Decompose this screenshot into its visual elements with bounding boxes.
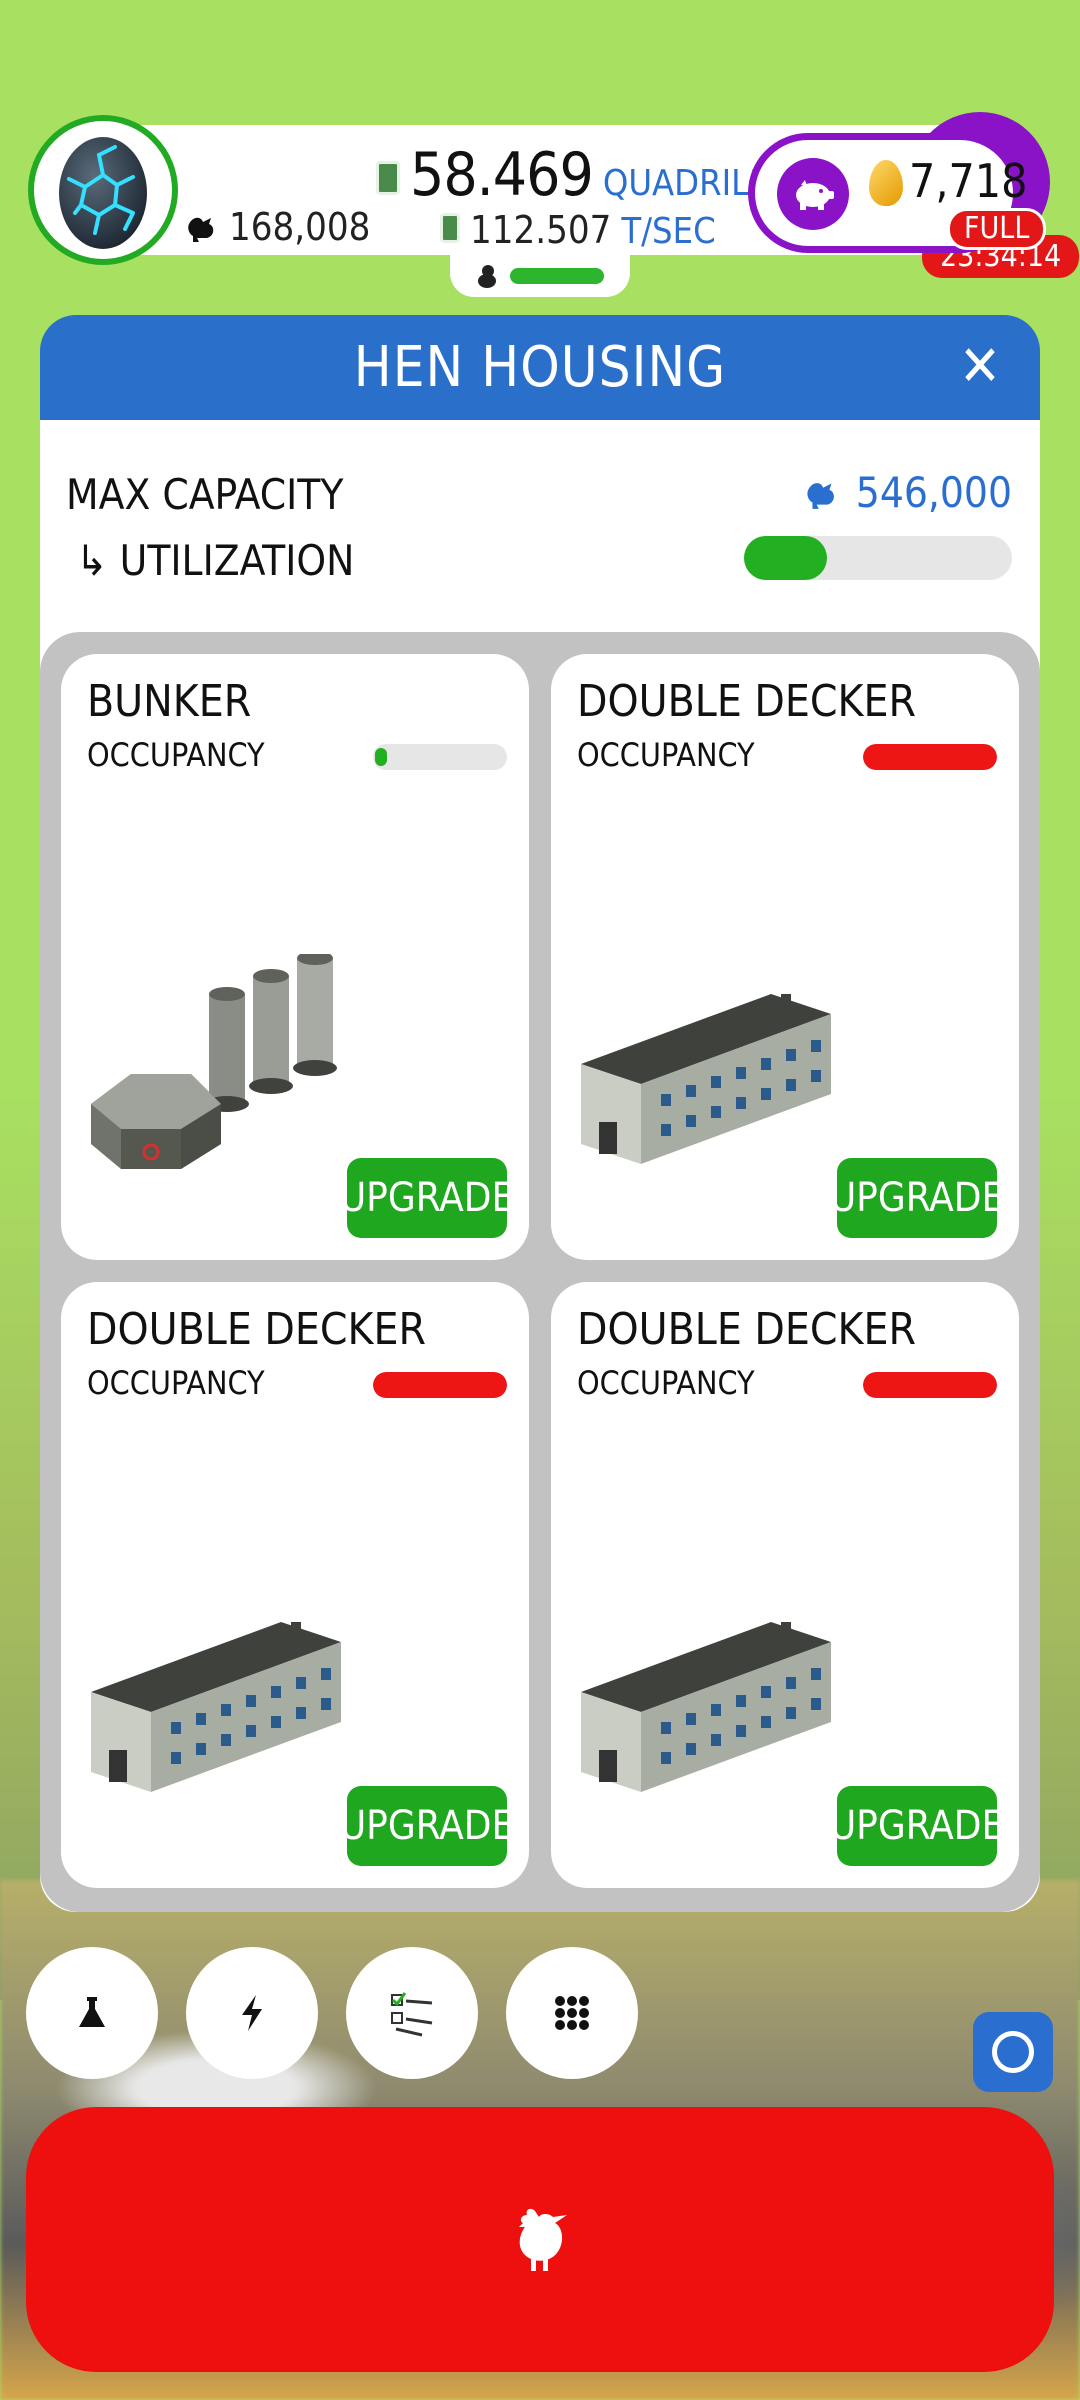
max-capacity-value: 546,000 xyxy=(802,468,1012,517)
piggy-bank-icon xyxy=(777,158,849,230)
house-card-3: DOUBLE DECKER OCCUPANCY UPGRADE xyxy=(61,1282,529,1888)
cash-rate: 112.507 T/SEC xyxy=(440,208,716,252)
chicken-count: 168,008 xyxy=(185,205,370,249)
menu-button[interactable] xyxy=(506,1947,638,2079)
occupancy-bar xyxy=(863,1372,997,1398)
cash-icon xyxy=(376,161,400,195)
occupancy-fill xyxy=(863,744,997,770)
menu-grid-icon xyxy=(555,1996,589,2030)
double-decker-image xyxy=(581,994,831,1164)
cash-rate-unit: T/SEC xyxy=(621,211,716,252)
modal-title: HEN HOUSING xyxy=(353,335,727,400)
house-name: DOUBLE DECKER xyxy=(87,1304,427,1355)
research-flask-icon xyxy=(79,1997,105,2027)
occupancy-label: OCCUPANCY xyxy=(577,736,755,774)
upgrade-button[interactable]: UPGRADE xyxy=(340,1786,514,1866)
close-button[interactable]: ✕ xyxy=(956,339,1004,395)
research-button[interactable] xyxy=(26,1947,158,2079)
bunker-image xyxy=(91,954,337,1169)
ring-icon xyxy=(992,2031,1034,2073)
hatch-progress-tab xyxy=(450,255,630,297)
missions-checklist-icon xyxy=(391,1992,433,2037)
double-decker-image xyxy=(91,1622,341,1792)
chicken-count-value: 168,008 xyxy=(229,205,371,249)
chicken-icon xyxy=(807,482,834,509)
golden-egg-count: 7,718 xyxy=(909,154,1028,208)
boost-lightning-icon xyxy=(242,1995,262,2031)
house-card-1: BUNKER OCCUPANCY UPGRADE xyxy=(61,654,529,1260)
close-icon: ✕ xyxy=(958,334,1002,399)
upgrade-button[interactable]: UPGRADE xyxy=(340,1158,514,1238)
chicken-icon xyxy=(519,2208,567,2271)
cash-rate-icon xyxy=(440,213,460,243)
utilization-label: ↳ UTILIZATION xyxy=(76,536,355,585)
hatch-progress-bar xyxy=(510,268,604,284)
hen-housing-modal: HEN HOUSING ✕ MAX CAPACITY 546,000 ↳ UTI… xyxy=(40,315,1040,1912)
house-card-2: DOUBLE DECKER OCCUPANCY UPGRADE xyxy=(551,654,1019,1260)
max-capacity-label: MAX CAPACITY xyxy=(66,470,344,519)
assistant-button[interactable] xyxy=(973,2012,1053,2092)
house-name: DOUBLE DECKER xyxy=(577,676,917,727)
occupancy-fill xyxy=(863,1372,997,1398)
occupancy-label: OCCUPANCY xyxy=(87,736,265,774)
occupancy-label: OCCUPANCY xyxy=(87,1364,265,1402)
house-card-4: DOUBLE DECKER OCCUPANCY UPGRADE xyxy=(551,1282,1019,1888)
upgrade-button[interactable]: UPGRADE xyxy=(830,1158,1004,1238)
chick-icon xyxy=(478,265,496,288)
house-name: DOUBLE DECKER xyxy=(577,1304,917,1355)
occupancy-bar xyxy=(373,744,507,770)
house-name: BUNKER xyxy=(87,676,252,727)
max-capacity-number: 546,000 xyxy=(855,468,1012,517)
utilization-bar xyxy=(744,536,1012,580)
cyan-egg-icon xyxy=(59,137,147,249)
occupancy-bar xyxy=(373,1372,507,1398)
housing-grid: BUNKER OCCUPANCY UPGRADE DOUBLE DECKER O… xyxy=(40,632,1040,1912)
occupancy-label: OCCUPANCY xyxy=(577,1364,755,1402)
occupancy-fill xyxy=(373,1372,507,1398)
occupancy-bar xyxy=(863,744,997,770)
utilization-fill xyxy=(744,536,828,580)
double-decker-image xyxy=(581,1622,831,1792)
egg-selector[interactable] xyxy=(28,115,178,265)
missions-button[interactable] xyxy=(346,1947,478,2079)
upgrade-button[interactable]: UPGRADE xyxy=(830,1786,1004,1866)
chicken-icon xyxy=(188,217,214,242)
boost-button[interactable] xyxy=(186,1947,318,2079)
occupancy-fill xyxy=(375,748,387,766)
cash-rate-value: 112.507 xyxy=(470,208,612,252)
hatch-chicken-button[interactable] xyxy=(26,2107,1054,2372)
golden-egg-icon xyxy=(869,160,903,206)
modal-header: HEN HOUSING ✕ xyxy=(40,315,1040,420)
piggy-bank-button[interactable]: 7,718 FULL xyxy=(748,133,1047,253)
modal-body: MAX CAPACITY 546,000 ↳ UTILIZATION BUNKE… xyxy=(40,420,1040,1912)
piggy-full-badge: FULL xyxy=(947,208,1047,250)
cash-value: 58.469 xyxy=(410,140,594,210)
